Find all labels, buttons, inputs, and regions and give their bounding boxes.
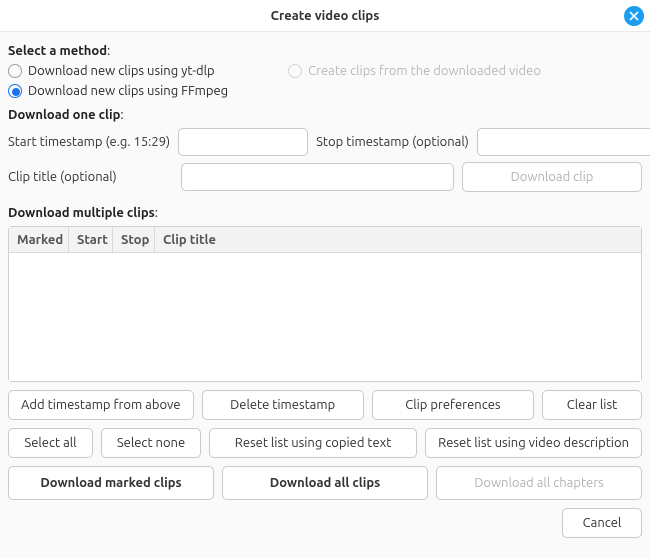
col-clip-title[interactable]: Clip title [155,227,641,252]
col-stop[interactable]: Stop [113,227,155,252]
cancel-button[interactable]: Cancel [562,508,642,538]
reset-copied-button[interactable]: Reset list using copied text [209,428,417,458]
section-download-one: Download one clip: [8,108,642,122]
close-button[interactable] [624,6,644,26]
radio-ytdlp[interactable]: Download new clips using yt-dlp [8,64,228,78]
radio-ffmpeg[interactable]: Download new clips using FFmpeg [8,84,228,98]
start-timestamp-label: Start timestamp (e.g. 15:29) [8,135,170,149]
method-radio-group: Download new clips using yt-dlp Download… [8,64,642,98]
reset-description-button[interactable]: Reset list using video description [425,428,642,458]
start-timestamp-input[interactable] [178,128,308,156]
radio-icon [8,64,22,78]
window-title: Create video clips [271,9,380,23]
col-start[interactable]: Start [69,227,113,252]
select-none-button[interactable]: Select none [101,428,201,458]
add-timestamp-button[interactable]: Add timestamp from above [8,390,194,420]
close-icon [629,11,639,21]
clip-title-label: Clip title (optional) [8,170,173,184]
radio-icon [8,84,22,98]
clip-title-row: Clip title (optional) Download clip [8,162,642,192]
download-all-button[interactable]: Download all clips [222,466,428,500]
timestamp-row: Start timestamp (e.g. 15:29) Stop timest… [8,128,642,156]
download-chapters-button[interactable]: Download all chapters [436,466,642,500]
section-select-method: Select a method: [8,44,642,58]
section-download-multiple: Download multiple clips: [8,206,642,220]
clip-title-input[interactable] [181,163,454,191]
delete-timestamp-button[interactable]: Delete timestamp [202,390,364,420]
table-header-row: Marked Start Stop Clip title [9,227,641,253]
clear-list-button[interactable]: Clear list [542,390,642,420]
radio-icon [288,64,302,78]
stop-timestamp-input[interactable] [477,128,650,156]
download-clip-button[interactable]: Download clip [462,162,642,192]
stop-timestamp-label: Stop timestamp (optional) [316,135,469,149]
toolbar-row-1: Add timestamp from above Delete timestam… [8,390,642,420]
dialog-footer: Cancel [8,508,642,538]
clip-preferences-button[interactable]: Clip preferences [372,390,534,420]
radio-from-downloaded: Create clips from the downloaded video [288,64,541,78]
titlebar: Create video clips [0,0,650,32]
toolbar-row-3: Download marked clips Download all clips… [8,466,642,500]
table-body[interactable] [9,253,641,381]
toolbar-row-2: Select all Select none Reset list using … [8,428,642,458]
clips-table: Marked Start Stop Clip title [8,226,642,382]
dialog-content: Select a method: Download new clips usin… [0,32,650,548]
download-marked-button[interactable]: Download marked clips [8,466,214,500]
select-all-button[interactable]: Select all [8,428,93,458]
col-marked[interactable]: Marked [9,227,69,252]
